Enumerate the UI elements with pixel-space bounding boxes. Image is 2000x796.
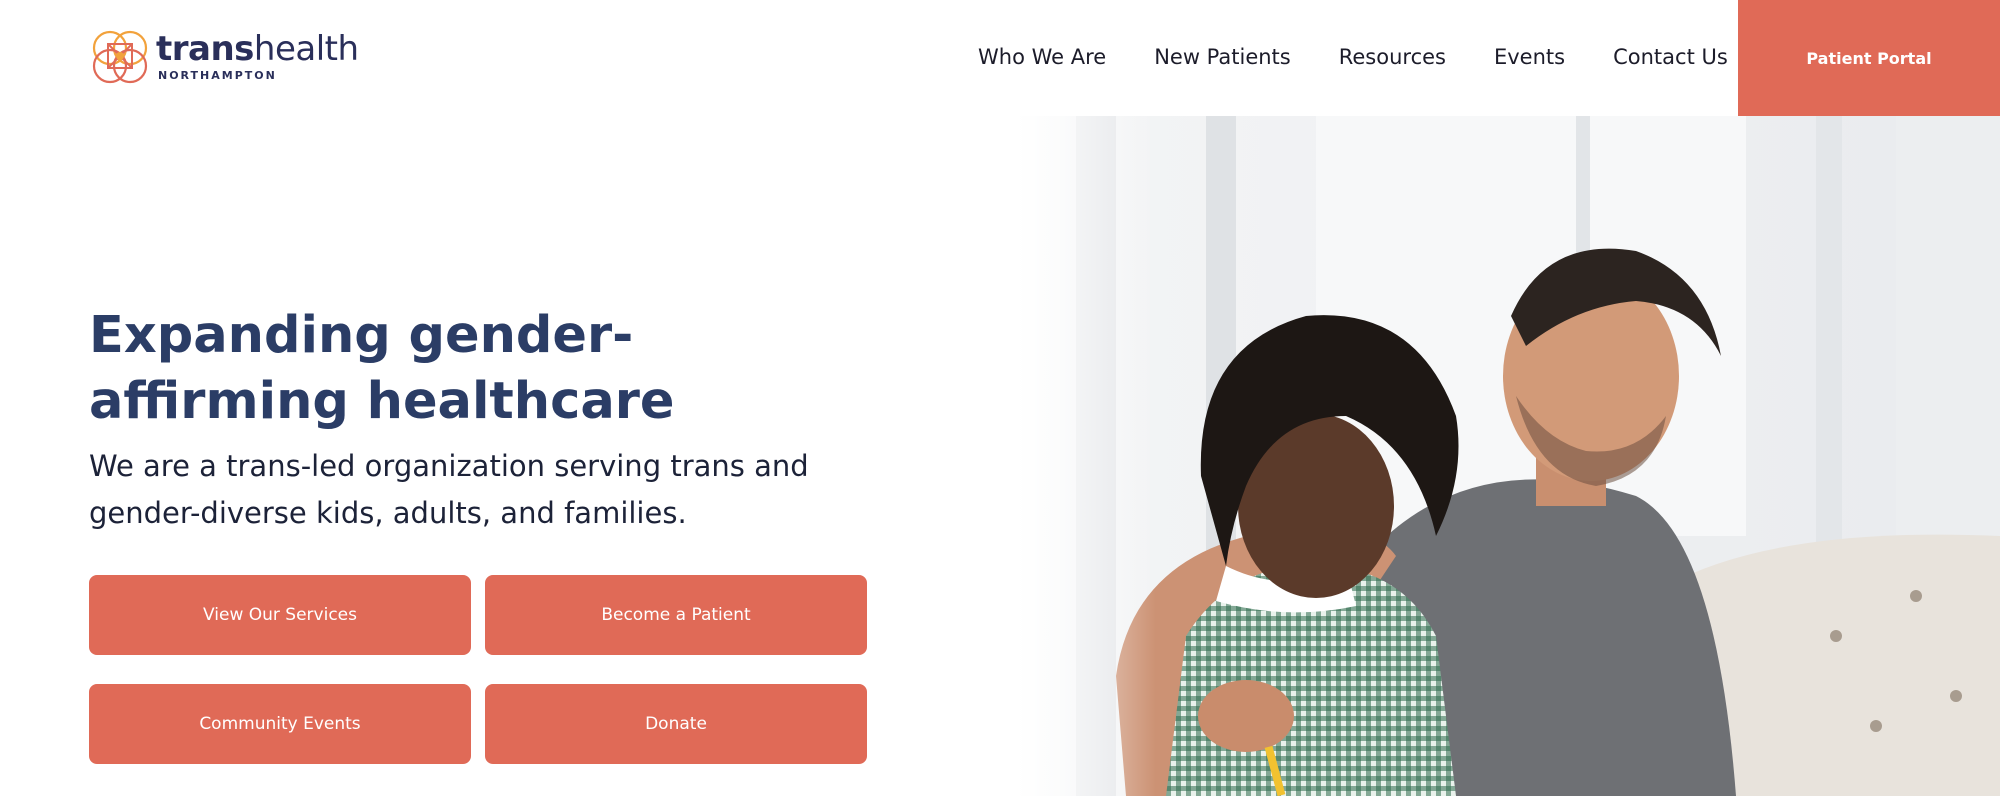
nav-item-events[interactable]: Events bbox=[1494, 45, 1565, 69]
view-services-button[interactable]: View Our Services bbox=[89, 575, 471, 655]
hero-subtitle: We are a trans-led organization serving … bbox=[89, 449, 809, 530]
logo-wordmark: transhealth NORTHAMPTON bbox=[156, 32, 359, 81]
nav-item-contact-us[interactable]: Contact Us bbox=[1613, 45, 1728, 69]
become-patient-button[interactable]: Become a Patient bbox=[485, 575, 867, 655]
nav-item-new-patients[interactable]: New Patients bbox=[1154, 45, 1291, 69]
page: transhealth NORTHAMPTON Who We Are New P… bbox=[0, 0, 2000, 796]
hero-title: Expanding gender-affirming healthcare bbox=[89, 306, 675, 431]
nav-item-resources[interactable]: Resources bbox=[1339, 45, 1446, 69]
hero-photo bbox=[1016, 116, 2000, 796]
site-header: transhealth NORTHAMPTON Who We Are New P… bbox=[0, 0, 2000, 116]
logo-name-light: health bbox=[253, 28, 359, 69]
community-events-button[interactable]: Community Events bbox=[89, 684, 471, 764]
donate-button[interactable]: Donate bbox=[485, 684, 867, 764]
logo-location: NORTHAMPTON bbox=[158, 68, 277, 82]
patient-portal-button[interactable]: Patient Portal bbox=[1738, 0, 2000, 116]
logo-mark-icon bbox=[92, 30, 148, 84]
main-nav: Who We Are New Patients Resources Events… bbox=[978, 0, 1728, 114]
site-logo[interactable]: transhealth NORTHAMPTON bbox=[88, 24, 359, 88]
logo-name-bold: trans bbox=[156, 28, 254, 69]
nav-item-who-we-are[interactable]: Who We Are bbox=[978, 45, 1106, 69]
logo-name: transhealth bbox=[156, 32, 359, 66]
hero-photo-illustration bbox=[1016, 116, 2000, 796]
